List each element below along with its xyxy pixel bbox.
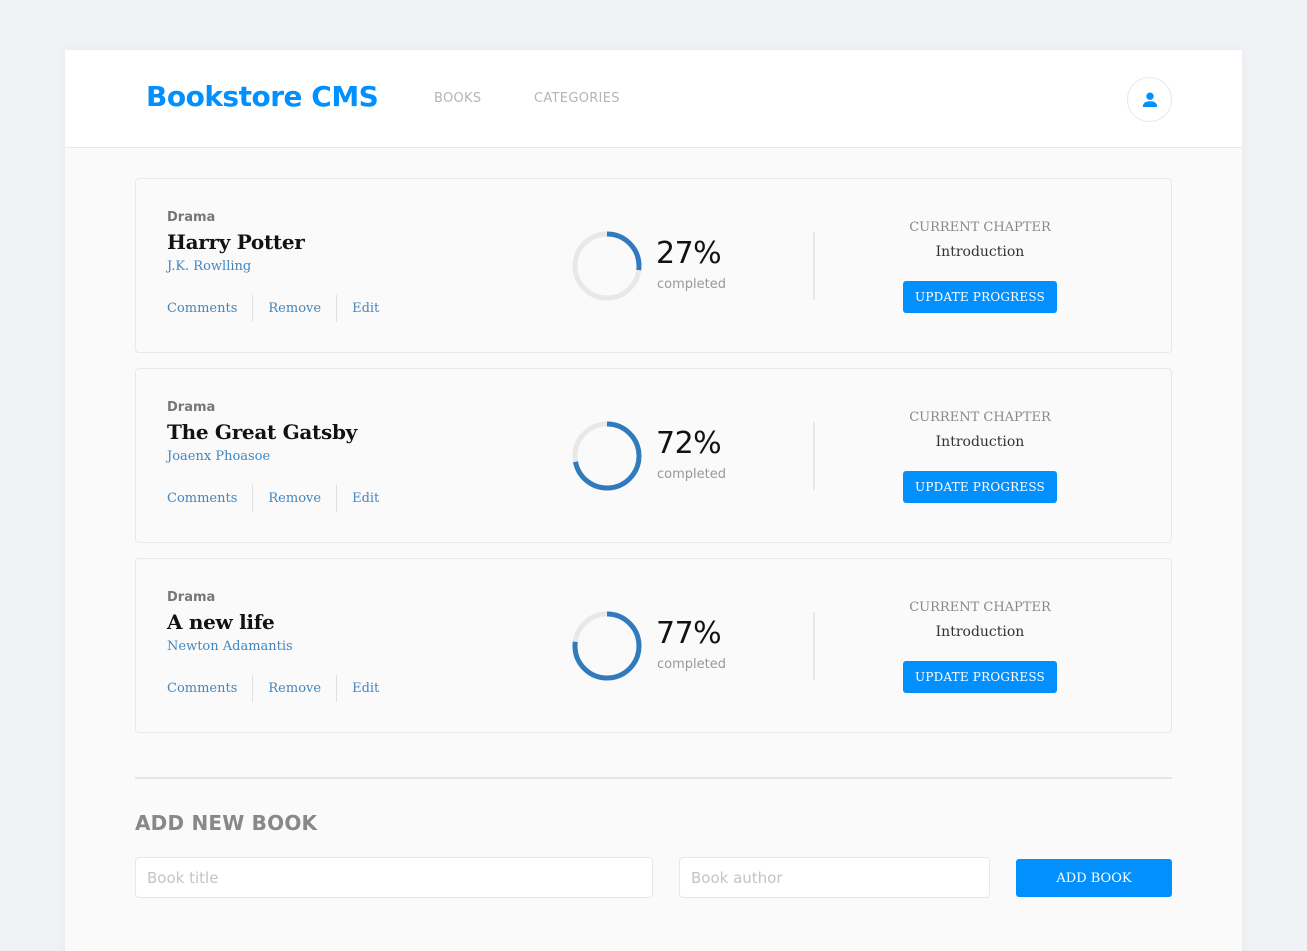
nav-link-books[interactable]: BOOKS: [434, 91, 481, 106]
action-divider: [252, 295, 254, 322]
edit-button[interactable]: Edit: [352, 681, 379, 696]
add-book-heading: ADD NEW BOOK: [135, 811, 318, 835]
book-card: Drama The Great Gatsby Joaenx Phoasoe Co…: [135, 368, 1172, 543]
action-divider: [252, 675, 254, 702]
user-icon: [1142, 92, 1158, 107]
progress-ring: [572, 231, 642, 301]
edit-button[interactable]: Edit: [352, 301, 379, 316]
progress-percent: 27%: [656, 236, 722, 271]
book-actions: Comments Remove Edit: [167, 295, 379, 322]
progress-separator: [813, 232, 815, 300]
comments-button[interactable]: Comments: [167, 301, 237, 316]
user-avatar-button[interactable]: [1127, 77, 1172, 122]
book-actions: Comments Remove Edit: [167, 675, 379, 702]
action-divider: [336, 675, 338, 702]
book-card: Drama A new life Newton Adamantis Commen…: [135, 558, 1172, 733]
add-book-button[interactable]: ADD BOOK: [1016, 859, 1172, 897]
comments-button[interactable]: Comments: [167, 491, 237, 506]
brand-logo[interactable]: Bookstore CMS: [146, 80, 379, 113]
current-chapter-value: Introduction: [935, 624, 1025, 640]
book-author-input[interactable]: [679, 857, 990, 898]
current-chapter-label: CURRENT CHAPTER: [909, 220, 1051, 235]
book-title: A new life: [167, 610, 275, 634]
book-author[interactable]: Joaenx Phoasoe: [167, 449, 270, 464]
action-divider: [336, 485, 338, 512]
update-progress-button[interactable]: UPDATE PROGRESS: [903, 661, 1057, 693]
app-panel: Bookstore CMS BOOKS CATEGORIES Drama Har…: [65, 50, 1242, 951]
progress-percent: 77%: [656, 616, 722, 651]
book-title-input[interactable]: [135, 857, 653, 898]
progress-ring: [572, 421, 642, 491]
action-divider: [252, 485, 254, 512]
current-chapter-value: Introduction: [935, 434, 1025, 450]
book-genre: Drama: [167, 210, 216, 225]
top-navbar: Bookstore CMS BOOKS CATEGORIES: [65, 50, 1242, 148]
current-chapter-label: CURRENT CHAPTER: [909, 410, 1051, 425]
book-author[interactable]: J.K. Rowlling: [167, 259, 251, 274]
section-divider: [135, 777, 1172, 779]
completed-label: completed: [657, 277, 726, 292]
book-author[interactable]: Newton Adamantis: [167, 639, 293, 654]
remove-button[interactable]: Remove: [268, 491, 321, 506]
update-progress-button[interactable]: UPDATE PROGRESS: [903, 281, 1057, 313]
action-divider: [336, 295, 338, 322]
edit-button[interactable]: Edit: [352, 491, 379, 506]
nav-link-categories[interactable]: CATEGORIES: [534, 91, 620, 106]
book-genre: Drama: [167, 400, 216, 415]
remove-button[interactable]: Remove: [268, 301, 321, 316]
comments-button[interactable]: Comments: [167, 681, 237, 696]
progress-separator: [813, 422, 815, 490]
book-genre: Drama: [167, 590, 216, 605]
progress-separator: [813, 612, 815, 680]
remove-button[interactable]: Remove: [268, 681, 321, 696]
completed-label: completed: [657, 467, 726, 482]
book-card: Drama Harry Potter J.K. Rowlling Comment…: [135, 178, 1172, 353]
current-chapter-value: Introduction: [935, 244, 1025, 260]
book-title: The Great Gatsby: [167, 420, 357, 444]
update-progress-button[interactable]: UPDATE PROGRESS: [903, 471, 1057, 503]
current-chapter-label: CURRENT CHAPTER: [909, 600, 1051, 615]
book-actions: Comments Remove Edit: [167, 485, 379, 512]
book-title: Harry Potter: [167, 230, 305, 254]
progress-ring: [572, 611, 642, 681]
completed-label: completed: [657, 657, 726, 672]
progress-percent: 72%: [656, 426, 722, 461]
